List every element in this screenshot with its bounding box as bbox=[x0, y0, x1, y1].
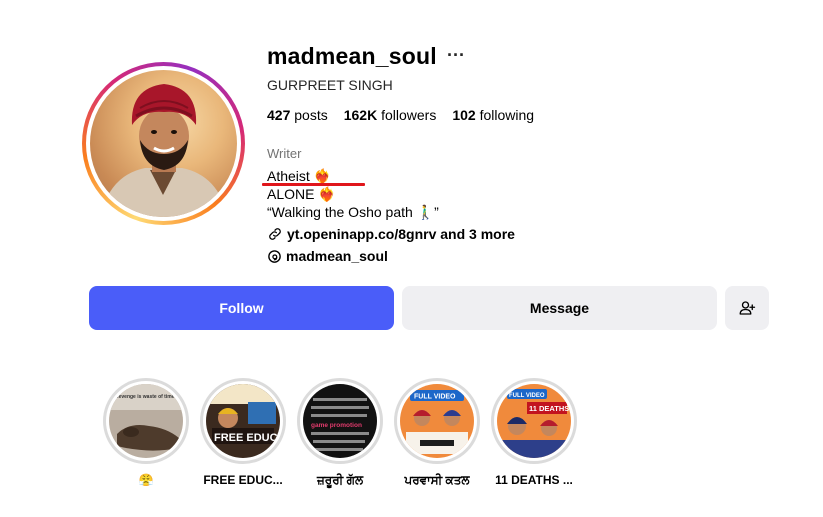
avatar-photo bbox=[90, 70, 237, 217]
threads-icon bbox=[268, 249, 281, 263]
story-highlight[interactable]: Revenge is waste of time 😤 bbox=[103, 378, 189, 487]
highlight-ring: game promotion bbox=[297, 378, 383, 464]
highlight-image: Revenge is waste of time bbox=[109, 384, 183, 458]
avatar-border bbox=[86, 66, 241, 221]
bio-text-1: Atheist bbox=[267, 168, 310, 184]
highlight-caption: 11 DEATHS bbox=[529, 404, 569, 413]
bio-line-3: “Walking the Osho path 🚶‍♂️” bbox=[267, 204, 439, 220]
heart-fire-emoji: ❤️‍🔥 bbox=[313, 168, 332, 184]
highlight-thumbnail: Revenge is waste of time bbox=[109, 384, 183, 458]
story-highlight[interactable]: FULL VIDEO 11 DEATHS 11 DEATHS ... bbox=[491, 378, 577, 487]
story-highlight[interactable]: FREE EDUCATION FREE EDUC... bbox=[200, 378, 286, 487]
bio-text-2: ALONE bbox=[267, 186, 315, 202]
highlight-label: ਜ਼ਰੂਰੀ ਗੱਲ bbox=[316, 473, 364, 487]
highlight-image: FULL VIDEO 11 DEATHS bbox=[497, 384, 571, 458]
threads-link[interactable]: madmean_soul bbox=[267, 248, 388, 264]
highlight-label: 😤 bbox=[138, 473, 154, 487]
svg-text:FULL VIDEO: FULL VIDEO bbox=[509, 393, 545, 399]
posts-stat: 427 posts bbox=[267, 107, 328, 123]
add-person-icon bbox=[739, 301, 756, 315]
highlight-caption: FREE EDUCATION bbox=[214, 432, 280, 444]
following-label: following bbox=[479, 107, 535, 123]
profile-stats: 427 posts 162K followers 102 following bbox=[267, 107, 534, 123]
highlight-caption: game promotion bbox=[311, 422, 362, 429]
highlight-label: ਪਰਵਾਸੀ ਕਤਲ bbox=[404, 473, 470, 487]
story-highlight[interactable]: FULL VIDEO ਪਰਵਾਸੀ ਕਤਲ bbox=[394, 378, 480, 488]
threads-handle: madmean_soul bbox=[286, 248, 388, 264]
message-button[interactable]: Message bbox=[402, 286, 717, 330]
avatar-illustration bbox=[100, 84, 228, 217]
highlight-thumbnail: game promotion bbox=[303, 384, 377, 458]
profile-link-text: yt.openinapp.co/8gnrv and 3 more bbox=[287, 226, 515, 242]
story-highlight[interactable]: game promotion ਜ਼ਰੂਰੀ ਗੱਲ bbox=[297, 378, 383, 488]
following-stat[interactable]: 102 following bbox=[452, 107, 534, 123]
highlight-ring: Revenge is waste of time bbox=[103, 378, 189, 464]
highlight-label: FREE EDUC... bbox=[203, 473, 283, 487]
highlight-image: FREE EDUCATION bbox=[206, 384, 280, 458]
highlight-ring: FREE EDUCATION bbox=[200, 378, 286, 464]
profile-link[interactable]: yt.openinapp.co/8gnrv and 3 more bbox=[267, 226, 515, 242]
highlight-ring: FULL VIDEO 11 DEATHS bbox=[491, 378, 577, 464]
heart-fire-emoji: ❤️‍🔥 bbox=[318, 186, 336, 202]
link-icon bbox=[269, 228, 281, 240]
highlight-thumbnail: FREE EDUCATION bbox=[206, 384, 280, 458]
highlight-thumbnail: FULL VIDEO 11 DEATHS bbox=[497, 384, 571, 458]
profile-category: Writer bbox=[267, 146, 302, 161]
posts-label: posts bbox=[294, 107, 328, 123]
highlight-ring: FULL VIDEO bbox=[394, 378, 480, 464]
follow-button[interactable]: Follow bbox=[89, 286, 394, 330]
followers-label: followers bbox=[381, 107, 437, 123]
highlight-caption: FULL VIDEO bbox=[414, 394, 456, 401]
posts-count: 427 bbox=[267, 107, 291, 123]
highlight-caption: Revenge is waste of time bbox=[115, 394, 175, 400]
highlight-label: 11 DEATHS ... bbox=[495, 473, 573, 487]
profile-avatar[interactable] bbox=[82, 62, 245, 225]
followers-stat[interactable]: 162K followers bbox=[344, 107, 437, 123]
profile-full-name: GURPREET SINGH bbox=[267, 77, 393, 93]
profile-username: madmean_soul bbox=[267, 43, 437, 69]
highlight-image: FULL VIDEO bbox=[400, 384, 474, 458]
followers-count: 162K bbox=[343, 107, 378, 123]
following-count: 102 bbox=[452, 107, 476, 123]
highlight-thumbnail: FULL VIDEO bbox=[400, 384, 474, 458]
ellipsis-icon[interactable]: ··· bbox=[447, 45, 465, 66]
suggest-user-button[interactable] bbox=[725, 286, 769, 330]
highlight-image: game promotion bbox=[303, 384, 377, 458]
bio-line-2: ALONE ❤️‍🔥 bbox=[267, 186, 336, 203]
